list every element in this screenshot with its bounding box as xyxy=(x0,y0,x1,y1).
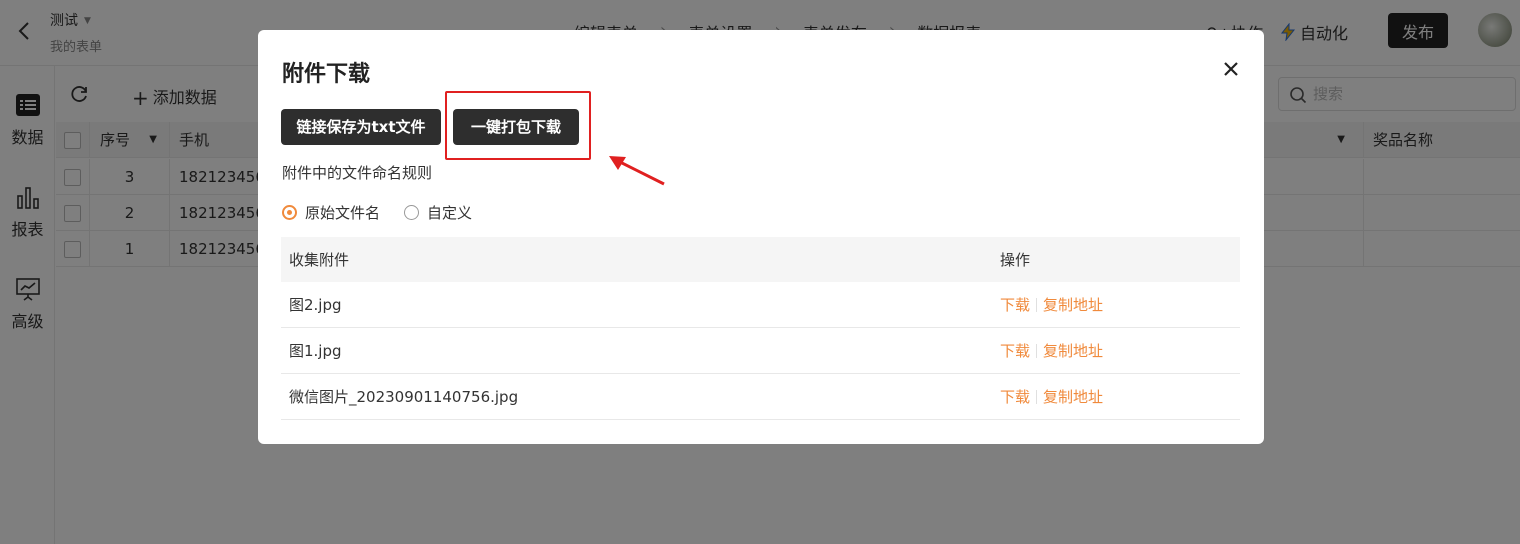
naming-rule-label: 附件中的文件命名规则 xyxy=(282,164,433,182)
save-links-txt-button[interactable]: 链接保存为txt文件 xyxy=(281,109,441,145)
table-row: 图1.jpg 下载 复制地址 xyxy=(281,328,1240,374)
attachment-table: 收集附件 操作 图2.jpg 下载 复制地址 图1.jpg 下载 复制地址 微信图片… xyxy=(281,237,1240,420)
table-row: 微信图片_20230901140756.jpg 下载 复制地址 xyxy=(281,374,1240,420)
radio-checked-icon xyxy=(282,205,297,220)
download-link[interactable]: 下载 xyxy=(1000,342,1030,360)
close-icon[interactable] xyxy=(1220,58,1242,80)
attachment-download-dialog: 附件下载 链接保存为txt文件 一键打包下载 附件中的文件命名规则 原始文件名 … xyxy=(258,30,1264,444)
radio-unchecked-icon xyxy=(404,205,419,220)
attachment-table-header: 收集附件 操作 xyxy=(281,237,1240,282)
attachment-name: 图1.jpg xyxy=(289,342,342,360)
highlight-box xyxy=(445,91,591,160)
column-header-action: 操作 xyxy=(1000,251,1031,269)
copy-url-link[interactable]: 复制地址 xyxy=(1043,342,1103,360)
attachment-name: 微信图片_20230901140756.jpg xyxy=(289,388,519,406)
dialog-title: 附件下载 xyxy=(282,62,371,87)
table-row: 图2.jpg 下载 复制地址 xyxy=(281,282,1240,328)
radio-custom[interactable]: 自定义 xyxy=(404,202,472,223)
copy-url-link[interactable]: 复制地址 xyxy=(1043,296,1103,314)
download-link[interactable]: 下载 xyxy=(1000,388,1030,406)
radio-original-filename[interactable]: 原始文件名 xyxy=(282,202,380,223)
copy-url-link[interactable]: 复制地址 xyxy=(1043,388,1103,406)
column-header-attachment: 收集附件 xyxy=(289,251,350,269)
download-link[interactable]: 下载 xyxy=(1000,296,1030,314)
annotation-arrow xyxy=(609,156,665,186)
attachment-name: 图2.jpg xyxy=(289,296,342,314)
